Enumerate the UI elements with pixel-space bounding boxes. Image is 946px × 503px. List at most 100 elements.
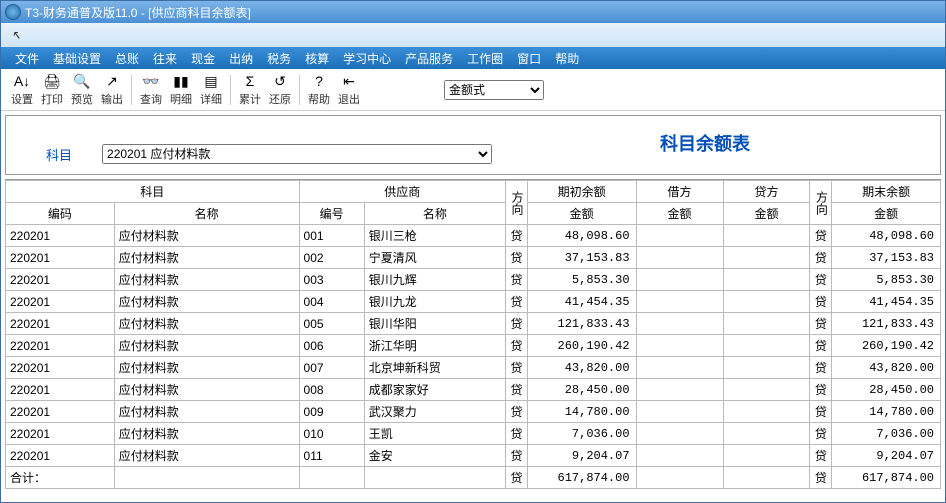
tb-btn-明细[interactable]: ▮▮明细 xyxy=(166,71,196,109)
cell-vcode: 006 xyxy=(299,335,364,357)
cell-vcode: 011 xyxy=(299,445,364,467)
cell-dir: 贷 xyxy=(810,247,832,269)
cell-name: 应付材料款 xyxy=(114,335,299,357)
cell-amt xyxy=(723,335,810,357)
cell-code: 220201 xyxy=(6,225,115,247)
menu-item-0[interactable]: 文件 xyxy=(15,50,39,67)
table-row[interactable]: 220201应付材料款008成都家家好贷28,450.00贷28,450.00 xyxy=(6,379,941,401)
cell-amt: 37,153.83 xyxy=(527,247,636,269)
cursor-icon: ↖ xyxy=(11,28,21,42)
cell-code: 合计： xyxy=(6,467,115,489)
tb-btn-预览[interactable]: 🔍预览 xyxy=(67,71,97,109)
tb-btn-查询[interactable]: 👓查询 xyxy=(136,71,166,109)
subject-select[interactable]: 220201 应付材料款 xyxy=(102,144,492,164)
cell-dir: 贷 xyxy=(506,445,528,467)
header-subject: 科目 xyxy=(6,181,300,203)
table-row[interactable]: 220201应付材料款011金安贷9,204.07贷9,204.07 xyxy=(6,445,941,467)
amount-mode-select[interactable]: 金额式 xyxy=(444,80,544,100)
cell-amt xyxy=(636,379,723,401)
cell-amt xyxy=(636,423,723,445)
table-row[interactable]: 220201应付材料款007北京坤新科贸贷43,820.00贷43,820.00 xyxy=(6,357,941,379)
menu-item-4[interactable]: 现金 xyxy=(191,50,215,67)
menu-item-1[interactable]: 基础设置 xyxy=(53,50,101,67)
cell-amt xyxy=(723,313,810,335)
打印-icon: 🖨 xyxy=(43,72,61,90)
table-row[interactable]: 220201应付材料款006浙江华明贷260,190.42贷260,190.42 xyxy=(6,335,941,357)
cell-vname: 银川九辉 xyxy=(364,269,505,291)
tb-btn-label: 预览 xyxy=(71,91,93,107)
cell-amt xyxy=(636,269,723,291)
report-title: 科目余额表 xyxy=(660,130,750,156)
cell-dir: 贷 xyxy=(810,313,832,335)
table-row[interactable]: 220201应付材料款003银川九辉贷5,853.30贷5,853.30 xyxy=(6,269,941,291)
cell-name: 应付材料款 xyxy=(114,401,299,423)
cell-amt: 7,036.00 xyxy=(832,423,941,445)
tb-btn-详细[interactable]: ▤详细 xyxy=(196,71,226,109)
tb-btn-label: 还原 xyxy=(269,91,291,107)
header-dir1: 方向 xyxy=(506,181,528,225)
tb-btn-退出[interactable]: ⇤退出 xyxy=(334,71,364,109)
累计-icon: Σ xyxy=(241,72,259,90)
cell-amt: 14,780.00 xyxy=(832,401,941,423)
cell-vcode: 001 xyxy=(299,225,364,247)
table-row[interactable]: 220201应付材料款001银川三枪贷48,098.60贷48,098.60 xyxy=(6,225,941,247)
cell-dir: 贷 xyxy=(506,291,528,313)
cell-dir: 贷 xyxy=(810,401,832,423)
tb-btn-输出[interactable]: ↗输出 xyxy=(97,71,127,109)
menu-item-11[interactable]: 窗口 xyxy=(517,50,541,67)
menu-item-2[interactable]: 总账 xyxy=(115,50,139,67)
menu-bar: 文件基础设置总账往来现金出纳税务核算学习中心产品服务工作圈窗口帮助 xyxy=(1,47,945,69)
table-row[interactable]: 220201应付材料款004银川九龙贷41,454.35贷41,454.35 xyxy=(6,291,941,313)
table-row[interactable]: 220201应付材料款005银川华阳贷121,833.43贷121,833.43 xyxy=(6,313,941,335)
cell-dir: 贷 xyxy=(810,423,832,445)
menu-item-5[interactable]: 出纳 xyxy=(229,50,253,67)
详细-icon: ▤ xyxy=(202,72,220,90)
cell-amt: 41,454.35 xyxy=(832,291,941,313)
cell-dir: 贷 xyxy=(810,379,832,401)
cell-dir: 贷 xyxy=(810,357,832,379)
menu-item-9[interactable]: 产品服务 xyxy=(405,50,453,67)
menu-item-10[interactable]: 工作圈 xyxy=(467,50,503,67)
输出-icon: ↗ xyxy=(103,72,121,90)
header-debit: 借方 xyxy=(636,181,723,203)
menu-item-6[interactable]: 税务 xyxy=(267,50,291,67)
cell-amt: 617,874.00 xyxy=(527,467,636,489)
toolbar-separator xyxy=(299,75,300,105)
title-bar: T3-财务通普及版11.0 - [供应商科目余额表] xyxy=(1,1,945,23)
header-open-amt: 金额 xyxy=(527,203,636,225)
header-close-amt: 金额 xyxy=(832,203,941,225)
cell-dir: 贷 xyxy=(506,379,528,401)
cell-amt xyxy=(636,291,723,313)
table-row[interactable]: 220201应付材料款010王凯贷7,036.00贷7,036.00 xyxy=(6,423,941,445)
menu-item-3[interactable]: 往来 xyxy=(153,50,177,67)
cell-amt xyxy=(723,467,810,489)
cell-dir: 贷 xyxy=(506,269,528,291)
cell-vname: 王凯 xyxy=(364,423,505,445)
cell-amt: 260,190.42 xyxy=(527,335,636,357)
menu-item-8[interactable]: 学习中心 xyxy=(343,50,391,67)
cell-dir: 贷 xyxy=(810,445,832,467)
tb-btn-设置[interactable]: A↓设置 xyxy=(7,71,37,109)
menu-item-7[interactable]: 核算 xyxy=(305,50,329,67)
cell-dir: 贷 xyxy=(810,269,832,291)
cell-amt xyxy=(723,379,810,401)
app-icon xyxy=(5,4,21,20)
balance-table: 科目 供应商 方向 期初余额 借方 贷方 方向 期末余额 编码 名称 编号 名称 xyxy=(5,180,941,489)
cell-amt xyxy=(723,357,810,379)
cell-dir: 贷 xyxy=(506,467,528,489)
table-row[interactable]: 220201应付材料款009武汉聚力贷14,780.00贷14,780.00 xyxy=(6,401,941,423)
cell-vname: 北京坤新科贸 xyxy=(364,357,505,379)
cell-dir: 贷 xyxy=(506,357,528,379)
cell-amt xyxy=(636,225,723,247)
table-row[interactable]: 220201应付材料款002宁夏清风贷37,153.83贷37,153.83 xyxy=(6,247,941,269)
tb-btn-还原[interactable]: ↺还原 xyxy=(265,71,295,109)
tb-btn-打印[interactable]: 🖨打印 xyxy=(37,71,67,109)
cell-amt: 43,820.00 xyxy=(527,357,636,379)
tb-btn-帮助[interactable]: ?帮助 xyxy=(304,71,334,109)
table-row[interactable]: 合计：贷617,874.00贷617,874.00 xyxy=(6,467,941,489)
menu-item-12[interactable]: 帮助 xyxy=(555,50,579,67)
cell-dir: 贷 xyxy=(506,335,528,357)
tb-btn-累计[interactable]: Σ累计 xyxy=(235,71,265,109)
tb-btn-label: 输出 xyxy=(101,91,123,107)
cell-dir: 贷 xyxy=(810,335,832,357)
